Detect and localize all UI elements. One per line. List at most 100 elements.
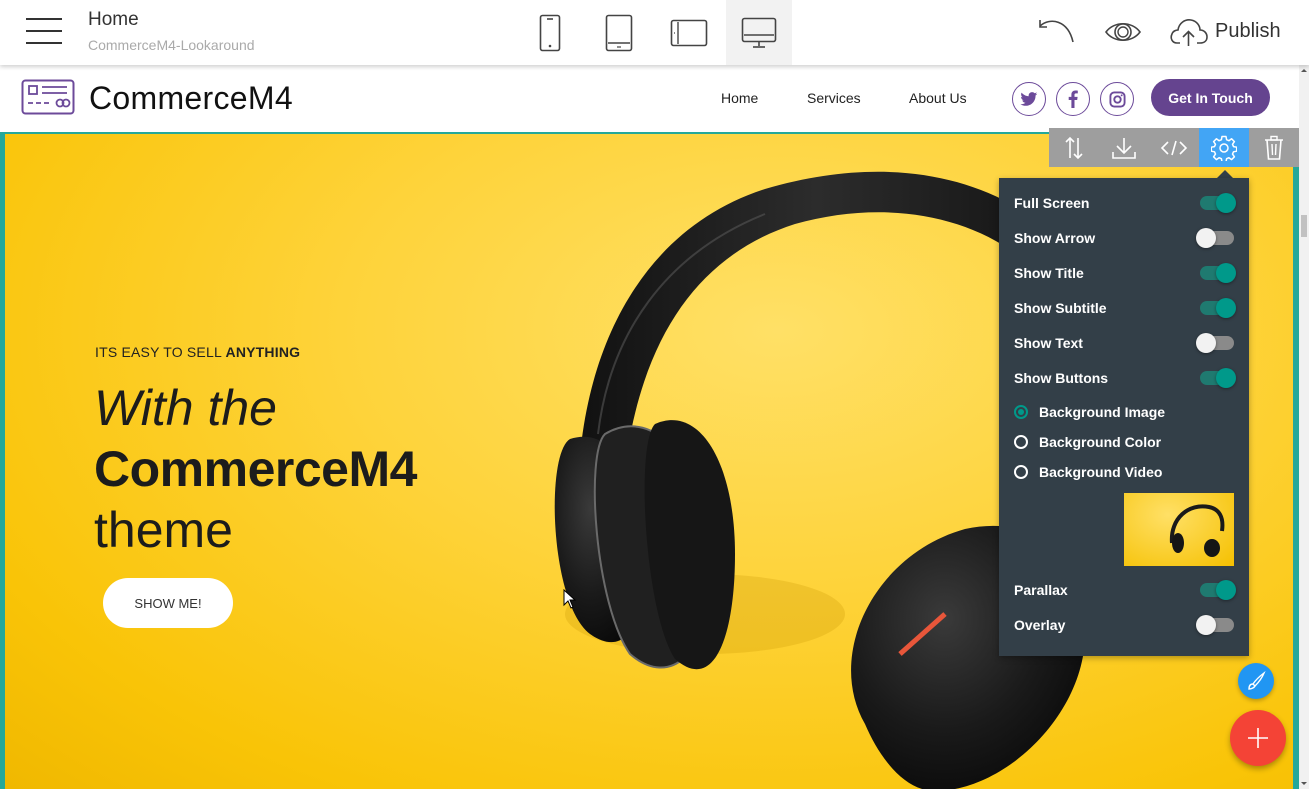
- setting-label: Overlay: [1014, 617, 1066, 633]
- hamburger-icon: [26, 30, 62, 32]
- setting-label: Full Screen: [1014, 195, 1090, 211]
- setting-overlay: Overlay: [1014, 612, 1234, 638]
- facebook-icon: [1068, 90, 1078, 108]
- hero-kicker-text: ITS EASY TO SELL: [95, 344, 226, 360]
- plus-icon: [1248, 728, 1268, 748]
- background-image-thumbnail[interactable]: [1124, 493, 1234, 566]
- nav-link-home[interactable]: Home: [721, 90, 758, 106]
- scrollbar-thumb[interactable]: [1301, 215, 1307, 237]
- nav-link-services[interactable]: Services: [807, 90, 861, 106]
- show-me-button[interactable]: SHOW ME!: [103, 578, 233, 628]
- site-brand[interactable]: CommerceM4: [89, 80, 293, 117]
- preview-button[interactable]: [1104, 19, 1142, 50]
- device-mobile-button[interactable]: [517, 0, 583, 65]
- block-settings-panel: Full Screen Show Arrow Show Title Show S…: [999, 178, 1249, 656]
- twitter-icon: [1020, 91, 1038, 106]
- parallax-toggle[interactable]: [1200, 580, 1236, 600]
- radio-checked[interactable]: [1014, 405, 1028, 419]
- desktop-icon: [741, 17, 777, 48]
- hero-title-line2: CommerceM4: [94, 441, 417, 497]
- tablet-landscape-icon: [670, 19, 708, 46]
- hero-title-line3: theme: [94, 502, 233, 558]
- setting-show-subtitle: Show Subtitle: [1014, 295, 1236, 321]
- code-icon: [1160, 140, 1188, 155]
- nav-link-about[interactable]: About Us: [909, 90, 967, 106]
- show-text-toggle[interactable]: [1196, 333, 1234, 353]
- editor-topbar: Home CommerceM4-Lookaround Publish: [0, 0, 1309, 65]
- radio-label: Background Color: [1039, 434, 1162, 450]
- twitter-link[interactable]: [1012, 82, 1046, 116]
- undo-icon: [1039, 20, 1074, 43]
- paint-brush-icon: [1248, 671, 1266, 690]
- bg-video-option[interactable]: Background Video: [1014, 461, 1162, 483]
- headphones-thumbnail-icon: [1169, 504, 1225, 557]
- hero-title-line1: With the: [94, 380, 277, 436]
- hamburger-icon: [26, 42, 62, 44]
- undo-button[interactable]: [1036, 18, 1076, 49]
- setting-label: Show Subtitle: [1014, 300, 1107, 316]
- menu-button[interactable]: [26, 18, 62, 44]
- hero-title: With the CommerceM4 theme: [94, 378, 417, 561]
- save-block-button[interactable]: [1099, 128, 1149, 167]
- show-buttons-toggle[interactable]: [1200, 368, 1236, 388]
- credit-card-icon: [21, 79, 75, 115]
- cloud-upload-icon: [1170, 19, 1208, 46]
- setting-label: Show Buttons: [1014, 370, 1109, 386]
- radio-label: Background Image: [1039, 404, 1166, 420]
- eye-icon: [1105, 22, 1141, 42]
- device-tablet-landscape-button[interactable]: [656, 0, 722, 65]
- add-block-button[interactable]: [1230, 710, 1286, 766]
- move-block-button[interactable]: [1049, 128, 1099, 167]
- code-editor-button[interactable]: [1149, 128, 1199, 167]
- setting-show-buttons: Show Buttons: [1014, 365, 1236, 391]
- radio-unchecked[interactable]: [1014, 465, 1028, 479]
- block-toolbar: [1049, 128, 1299, 167]
- show-arrow-toggle[interactable]: [1196, 228, 1234, 248]
- publish-label[interactable]: Publish: [1215, 20, 1281, 43]
- setting-parallax: Parallax: [1014, 577, 1236, 603]
- delete-block-button[interactable]: [1249, 128, 1299, 167]
- setting-full-screen: Full Screen: [1014, 190, 1236, 216]
- show-subtitle-toggle[interactable]: [1200, 298, 1236, 318]
- hero-kicker: ITS EASY TO SELL ANYTHING: [95, 344, 300, 360]
- device-tablet-button[interactable]: [586, 0, 652, 65]
- full-screen-toggle[interactable]: [1200, 193, 1236, 213]
- setting-show-arrow: Show Arrow: [1014, 225, 1234, 251]
- trash-icon: [1265, 135, 1283, 160]
- bg-image-option[interactable]: Background Image: [1014, 401, 1165, 423]
- publish-button[interactable]: [1169, 17, 1209, 52]
- radio-unchecked[interactable]: [1014, 435, 1028, 449]
- setting-label: Show Title: [1014, 265, 1084, 281]
- site-logo[interactable]: [21, 79, 75, 120]
- scroll-up-arrow[interactable]: [1301, 69, 1307, 72]
- mouse-cursor-icon: [563, 589, 577, 609]
- setting-show-text: Show Text: [1014, 330, 1234, 356]
- setting-label: Parallax: [1014, 582, 1068, 598]
- device-desktop-button[interactable]: [726, 0, 792, 65]
- page-scrollbar[interactable]: [1299, 65, 1309, 789]
- sort-arrows-icon: [1065, 136, 1083, 159]
- instagram-link[interactable]: [1100, 82, 1134, 116]
- style-editor-button[interactable]: [1238, 663, 1274, 699]
- setting-show-title: Show Title: [1014, 260, 1236, 286]
- setting-label: Show Arrow: [1014, 230, 1096, 246]
- scroll-down-arrow[interactable]: [1301, 782, 1307, 785]
- tablet-icon: [605, 14, 633, 51]
- facebook-link[interactable]: [1056, 82, 1090, 116]
- setting-label: Show Text: [1014, 335, 1083, 351]
- get-in-touch-button[interactable]: Get In Touch: [1151, 79, 1270, 116]
- show-title-toggle[interactable]: [1200, 263, 1236, 283]
- hero-kicker-bold: ANYTHING: [225, 344, 301, 360]
- hamburger-icon: [26, 18, 62, 20]
- project-name: CommerceM4-Lookaround: [88, 37, 255, 53]
- bg-color-option[interactable]: Background Color: [1014, 431, 1161, 453]
- page-title: Home: [88, 9, 139, 30]
- phone-icon: [539, 14, 561, 51]
- gear-icon: [1211, 135, 1237, 161]
- radio-label: Background Video: [1039, 464, 1163, 480]
- site-navbar: CommerceM4 Home Services About Us Get In…: [0, 65, 1299, 132]
- overlay-toggle[interactable]: [1196, 615, 1234, 635]
- block-settings-button[interactable]: [1199, 128, 1249, 167]
- instagram-icon: [1108, 90, 1126, 108]
- panel-pointer: [1217, 170, 1233, 178]
